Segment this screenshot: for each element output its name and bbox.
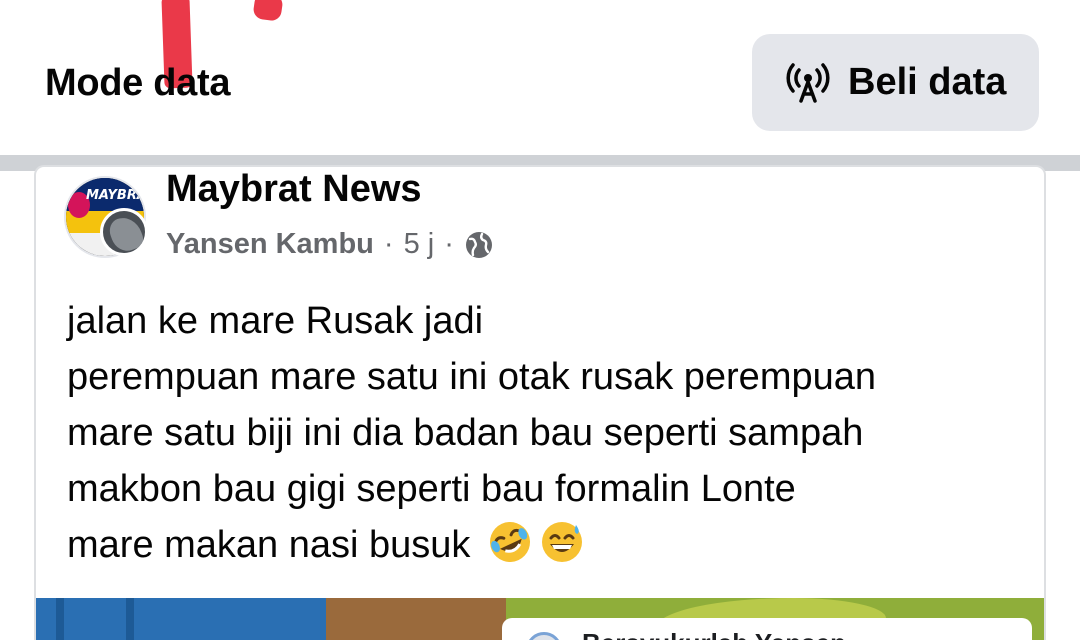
post-text-line-last: mare makan nasi busuk	[67, 517, 1027, 573]
post-time[interactable]: 5 j	[404, 228, 435, 261]
post-text-line: mare makan nasi busuk	[67, 524, 471, 566]
author-name[interactable]: Yansen Kambu	[166, 228, 374, 261]
buy-data-label: Beli data	[848, 61, 1007, 103]
avatar-logo-text: MAYBRA	[86, 188, 146, 203]
meta-separator: ·	[444, 228, 454, 260]
post-text-line: mare satu biji ini dia badan bau seperti…	[67, 412, 864, 454]
globe-icon	[464, 230, 494, 260]
post-text-line: jalan ke mare Rusak jadi	[67, 300, 484, 342]
rolling-on-floor-laughing-emoji-icon	[487, 519, 533, 565]
page-name[interactable]: Maybrat News	[166, 168, 422, 211]
post-text-line: makbon bau gigi seperti bau formalin Lon…	[67, 468, 796, 510]
author-avatar[interactable]	[100, 208, 148, 256]
meta-separator: ·	[383, 228, 394, 260]
post-text: jalan ke mare Rusak jadi perempuan mare …	[67, 293, 1027, 573]
buy-data-button[interactable]: Beli data	[752, 34, 1039, 131]
post-text-line: perempuan mare satu ini otak rusak perem…	[67, 356, 877, 398]
post-meta: Yansen Kambu · 5 j ·	[166, 228, 494, 261]
post-photo[interactable]: Bersyukurlah Yansen	[36, 598, 1044, 640]
antenna-icon	[786, 61, 830, 105]
grinning-sweat-emoji-icon	[539, 519, 585, 565]
photo-overlay-text: Bersyukurlah Yansen	[582, 628, 846, 640]
data-mode-bar: Mode data Beli data	[0, 0, 1080, 155]
mode-data-label: Mode data	[45, 62, 231, 104]
